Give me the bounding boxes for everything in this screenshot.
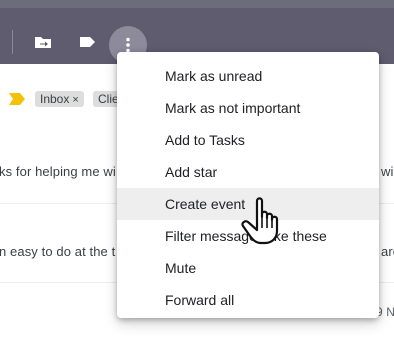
menu-item-add-star[interactable]: Add star [117, 156, 379, 188]
toolbar-divider [12, 30, 13, 54]
menu-item-mark-as-not-important[interactable]: Mark as not important [117, 92, 379, 124]
email-snippet: ks for helping me wi [0, 164, 116, 179]
menu-item-mute[interactable]: Mute [117, 252, 379, 284]
menu-item-add-to-tasks[interactable]: Add to Tasks [117, 124, 379, 156]
more-options-menu: Mark as unread Mark as not important Add… [117, 52, 379, 318]
email-snippet: n easy to do at the t [0, 244, 116, 259]
label-button[interactable] [71, 26, 103, 58]
menu-item-forward-all[interactable]: Forward all [117, 284, 379, 316]
move-to-icon [35, 37, 51, 48]
email-snippet-overflow: wi [381, 164, 394, 179]
label-icon [80, 37, 95, 47]
email-snippet-overflow: are [381, 244, 394, 259]
top-strip [0, 0, 394, 8]
menu-item-mark-as-unread[interactable]: Mark as unread [117, 60, 379, 92]
hand-pointer-cursor-icon [241, 197, 279, 245]
important-marker-icon[interactable] [9, 93, 25, 105]
label-chip-text: Clie [98, 92, 119, 106]
remove-label-icon[interactable]: × [72, 94, 78, 106]
label-chip-text: Inbox [40, 92, 70, 106]
label-chip-inbox[interactable]: Inbox × [35, 91, 84, 107]
move-to-button[interactable] [27, 26, 59, 58]
